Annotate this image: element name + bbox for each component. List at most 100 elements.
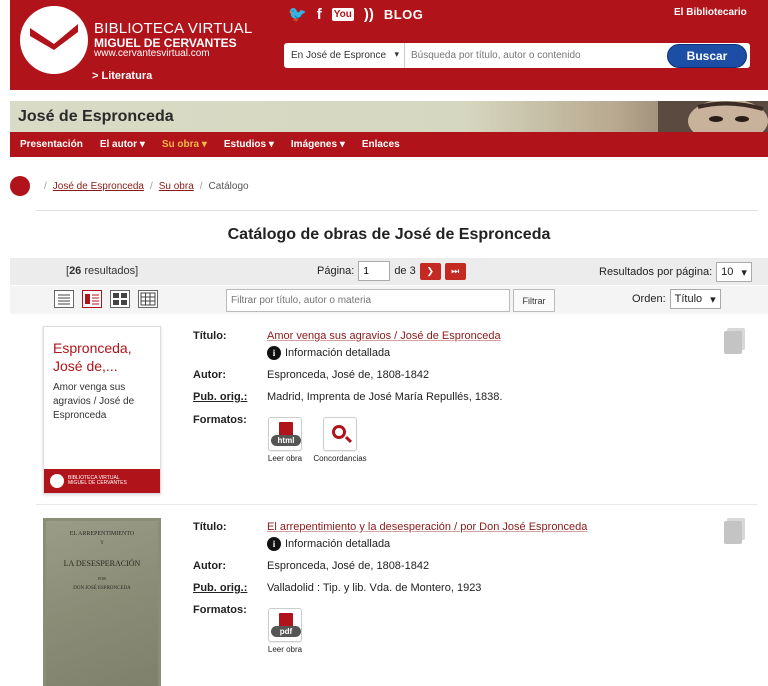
chevron-down-icon: ▾ bbox=[394, 49, 399, 59]
cover-title: Espronceda, José de,... bbox=[53, 340, 132, 374]
detail-info-label: Información detallada bbox=[285, 538, 391, 550]
html-format-icon: html bbox=[268, 417, 302, 451]
format-label: Leer obra bbox=[267, 454, 303, 463]
search-scope-select[interactable]: En José de Espronce ▾ bbox=[284, 43, 405, 68]
book-cover[interactable]: Espronceda, José de,... Amor venga sus ag… bbox=[43, 326, 161, 494]
nav-presentacion[interactable]: Presentación bbox=[20, 139, 83, 150]
nav-el-autor[interactable]: El autor ▾ bbox=[100, 139, 145, 150]
chevron-down-icon: ▾ bbox=[741, 266, 747, 279]
read-html-format[interactable]: html Leer obra bbox=[255, 417, 315, 463]
view-switcher bbox=[54, 290, 158, 308]
result-item: Espronceda, José de,... Amor venga sus ag… bbox=[10, 322, 768, 502]
concordancias-format[interactable]: Concordancias bbox=[310, 417, 370, 463]
site-header: BIBLIOTECA VIRTUAL MIGUEL DE CERVANTES w… bbox=[10, 0, 768, 90]
pagination: Página: de 3 ❯ ⏭ bbox=[317, 261, 466, 281]
filter-button[interactable]: Filtrar bbox=[513, 289, 555, 312]
page-label: Página: bbox=[317, 265, 355, 277]
home-logo-icon[interactable] bbox=[10, 176, 30, 196]
last-page-button[interactable]: ⏭ bbox=[444, 262, 466, 280]
record-pub: Valladolid : Tip. y lib. Vda. de Montero… bbox=[267, 582, 482, 594]
breadcrumb-su-obra[interactable]: Su obra bbox=[159, 181, 194, 192]
cover-footer: BIBLIOTECA VIRTUAL MIGUEL DE CERVANTES bbox=[44, 469, 160, 493]
document-icon[interactable] bbox=[723, 328, 747, 354]
formats-label: Formatos: bbox=[193, 604, 247, 616]
search-scope-value: En José de Espronce bbox=[291, 50, 387, 61]
title-label: Título: bbox=[193, 330, 227, 342]
rss-icon[interactable]: )) bbox=[364, 6, 374, 23]
nav-imagenes[interactable]: Imágenes ▾ bbox=[291, 139, 345, 150]
record-author: Espronceda, José de, 1808-1842 bbox=[267, 369, 430, 381]
grid-view-icon[interactable] bbox=[110, 290, 130, 308]
social-links: 🐦 f You )) BLOG bbox=[288, 5, 424, 24]
table-view-icon[interactable] bbox=[138, 290, 158, 308]
detail-info[interactable]: i Información detallada bbox=[267, 537, 390, 551]
divider bbox=[36, 210, 758, 211]
nav-su-obra[interactable]: Su obra ▾ bbox=[162, 139, 207, 150]
order: Orden: Título ▾ bbox=[632, 289, 721, 309]
brand-name-line1: BIBLIOTECA VIRTUAL bbox=[94, 20, 253, 37]
facebook-icon[interactable]: f bbox=[317, 6, 322, 23]
record-author: Espronceda, José de, 1808-1842 bbox=[267, 560, 430, 572]
author-portrait bbox=[658, 101, 768, 132]
breadcrumb-current: Catálogo bbox=[208, 180, 249, 192]
page-title: Catálogo de obras de José de Espronceda bbox=[227, 226, 551, 243]
el-bibliotecario-link[interactable]: El Bibliotecario bbox=[674, 7, 747, 18]
pub-label[interactable]: Pub. orig.: bbox=[193, 582, 247, 594]
chevron-down-icon: ▾ bbox=[710, 293, 716, 306]
site-logo[interactable] bbox=[20, 6, 88, 74]
record-title-link[interactable]: Amor venga sus agravios / José de Espron… bbox=[267, 330, 501, 342]
filter-toolbar: Filtrar Orden: Título▾ bbox=[10, 286, 768, 314]
order-label: Orden: bbox=[632, 293, 666, 305]
info-icon: i bbox=[267, 537, 281, 551]
per-page-label: Resultados por página: bbox=[599, 266, 713, 278]
book-cover-scan[interactable]: EL ARREPENTIMIENTO Y LA DESESPERACIÓN PO… bbox=[43, 518, 161, 686]
format-label: Concordancias bbox=[313, 454, 367, 463]
formats-label: Formatos: bbox=[193, 414, 247, 426]
pub-label[interactable]: Pub. orig.: bbox=[193, 391, 247, 403]
page-total: de 3 bbox=[394, 265, 416, 277]
breadcrumb: / José de Espronceda / Su obra / Catálog… bbox=[10, 176, 249, 196]
twitter-icon[interactable]: 🐦 bbox=[288, 5, 307, 23]
author-title: José de Espronceda bbox=[18, 108, 174, 125]
mini-logo-icon bbox=[50, 474, 64, 488]
record-title-link[interactable]: El arrepentimiento y la desesperación / … bbox=[267, 521, 587, 533]
next-page-button[interactable]: ❯ bbox=[419, 262, 441, 280]
document-icon[interactable] bbox=[723, 518, 747, 544]
result-item: EL ARREPENTIMIENTO Y LA DESESPERACIÓN PO… bbox=[10, 508, 768, 686]
brand-url: www.cervantesvirtual.com bbox=[94, 48, 210, 59]
author-banner: José de Espronceda bbox=[10, 101, 768, 132]
results-count: [26 resultados] bbox=[66, 265, 139, 277]
pdf-format-icon: pdf bbox=[268, 608, 302, 642]
nav-enlaces[interactable]: Enlaces bbox=[362, 139, 400, 150]
nav-estudios[interactable]: Estudios ▾ bbox=[224, 139, 274, 150]
detail-info-label: Información detallada bbox=[285, 347, 391, 359]
info-icon: i bbox=[267, 346, 281, 360]
order-select[interactable]: Título ▾ bbox=[669, 289, 721, 309]
read-pdf-format[interactable]: pdf Leer obra bbox=[255, 608, 315, 654]
detail-info[interactable]: i Información detallada bbox=[267, 346, 390, 360]
book-logo-icon bbox=[30, 24, 78, 50]
cover-subtitle: Amor venga sus agravios / José de Espron… bbox=[53, 382, 135, 421]
results-toolbar: [26 resultados] Página: de 3 ❯ ⏭ Resulta… bbox=[10, 258, 768, 285]
divider bbox=[36, 504, 758, 505]
literatura-link[interactable]: > Literatura bbox=[92, 70, 152, 82]
breadcrumb-author[interactable]: José de Espronceda bbox=[53, 181, 144, 192]
search-icon bbox=[323, 417, 357, 451]
page-number-input[interactable] bbox=[358, 261, 391, 281]
author-label: Autor: bbox=[193, 560, 226, 572]
search-button[interactable]: Buscar bbox=[667, 44, 747, 68]
filter-input[interactable] bbox=[226, 289, 510, 312]
per-page: Resultados por página: 10 ▾ bbox=[599, 262, 752, 282]
author-nav: Presentación El autor ▾ Su obra ▾ Estudi… bbox=[10, 132, 768, 157]
title-label: Título: bbox=[193, 521, 227, 533]
search-input[interactable] bbox=[409, 43, 664, 68]
youtube-icon[interactable]: You bbox=[331, 7, 354, 21]
list-view-icon[interactable] bbox=[54, 290, 74, 308]
format-label: Leer obra bbox=[267, 645, 303, 654]
cover-brand: BIBLIOTECA VIRTUAL MIGUEL DE CERVANTES bbox=[68, 475, 127, 486]
per-page-select[interactable]: 10 ▾ bbox=[716, 262, 752, 282]
blog-link[interactable]: BLOG bbox=[384, 7, 424, 22]
author-label: Autor: bbox=[193, 369, 226, 381]
detail-view-icon[interactable] bbox=[82, 290, 102, 308]
record-pub: Madrid, Imprenta de José María Repullés,… bbox=[267, 391, 503, 403]
